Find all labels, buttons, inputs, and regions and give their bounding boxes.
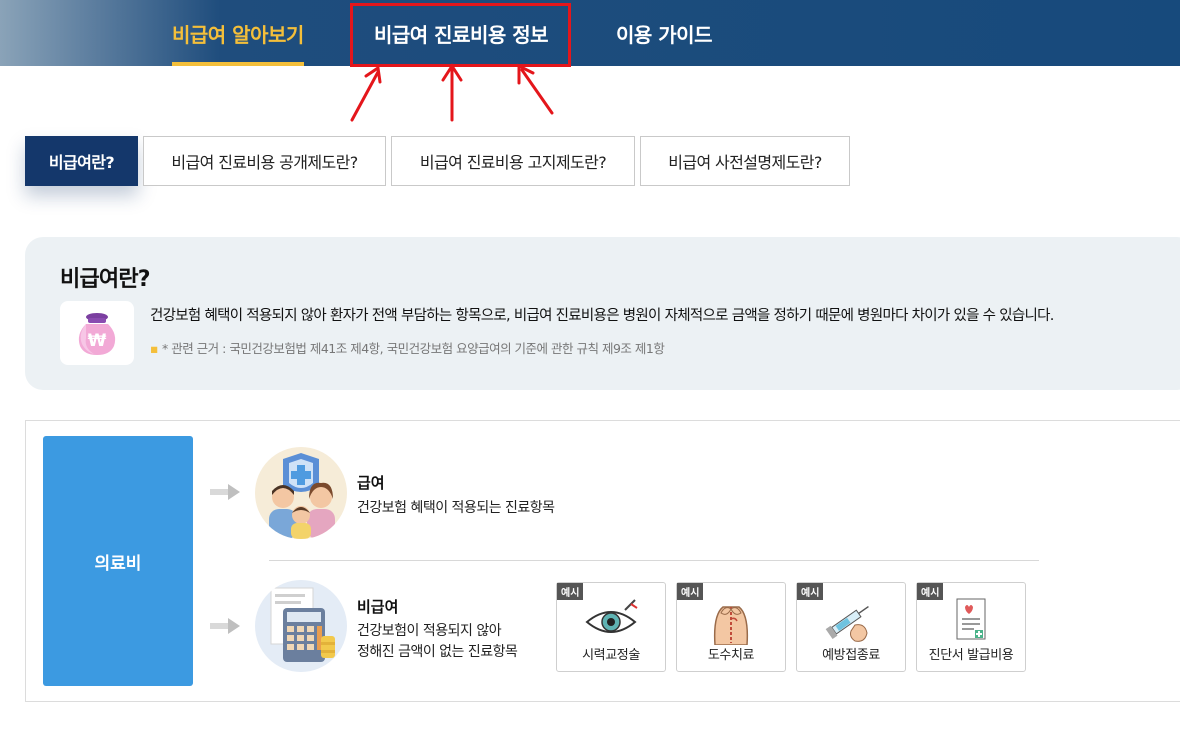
info-box: 비급여란? ₩ 건강보험 혜택이 적용되지 않아 환자가 전액 부담하는 항목으…	[25, 237, 1180, 390]
arrow-right-icon	[210, 618, 240, 634]
example-card-certificate: 예시 진단서 발급비용	[916, 582, 1026, 672]
info-note-text: * 관련 근거 : 국민건강보험법 제41조 제4항, 국민건강보험 요양급여의…	[161, 341, 665, 356]
example-label: 예방접종료	[822, 648, 880, 663]
money-bag-icon: ₩	[60, 301, 134, 365]
example-card-manual-therapy: 예시 도수치료	[676, 582, 786, 672]
example-card-vision-correction: 예시 시력교정술	[556, 582, 666, 672]
example-label: 도수치료	[707, 648, 755, 663]
nav-item-usage-guide[interactable]: 이용 가이드	[616, 0, 712, 66]
noncovered-title: 비급여	[357, 598, 399, 616]
tab-prior-explanation[interactable]: 비급여 사전설명제도란?	[640, 136, 850, 186]
medical-cost-diagram: 의료비 급여 건강보험 혜택이 적용되는 진료항목 비급여 건강보험이 적용되지…	[25, 420, 1180, 702]
highlight-box	[350, 3, 571, 67]
family-icon	[255, 447, 347, 539]
noncovered-desc-line1: 건강보험이 적용되지 않아	[357, 623, 502, 639]
info-title: 비급여란?	[60, 267, 151, 292]
eye-icon	[557, 595, 665, 645]
row-divider	[269, 560, 1039, 561]
tab-noncovered-definition[interactable]: 비급여란?	[25, 136, 138, 186]
calculator-icon	[255, 580, 347, 672]
info-description: 건강보험 혜택이 적용되지 않아 환자가 전액 부담하는 항목으로, 비급여 진…	[150, 308, 1054, 324]
example-label: 시력교정술	[582, 648, 640, 663]
document-icon	[917, 595, 1025, 645]
covered-title: 급여	[357, 474, 385, 492]
example-card-vaccination: 예시 예방접종료	[796, 582, 906, 672]
tab-cost-disclosure[interactable]: 비급여 진료비용 공개제도란?	[143, 136, 386, 186]
medical-cost-box: 의료비	[43, 436, 193, 686]
back-massage-icon	[677, 595, 785, 645]
example-label: 진단서 발급비용	[928, 648, 1014, 663]
covered-description: 건강보험 혜택이 적용되는 진료항목	[357, 500, 555, 516]
nav-item-noncovered-intro[interactable]: 비급여 알아보기	[172, 0, 304, 66]
svg-text:₩: ₩	[88, 331, 107, 351]
arrow-right-icon	[210, 484, 240, 500]
top-navigation: 비급여 알아보기 비급여 진료비용 정보 이용 가이드	[0, 0, 1180, 66]
noncovered-description: 건강보험이 적용되지 않아 정해진 금액이 없는 진료항목	[357, 621, 518, 663]
syringe-icon	[797, 595, 905, 645]
tab-cost-notice[interactable]: 비급여 진료비용 고지제도란?	[391, 136, 635, 186]
noncovered-desc-line2: 정해진 금액이 없는 진료항목	[357, 644, 518, 660]
info-note: ▪ * 관련 근거 : 국민건강보험법 제41조 제4항, 국민건강보험 요양급여…	[150, 341, 665, 356]
annotation-arrows	[350, 63, 554, 122]
